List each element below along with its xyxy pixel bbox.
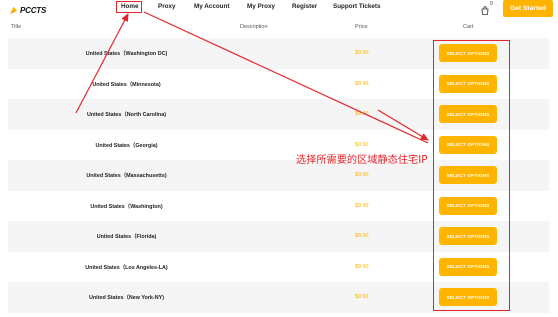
site-logo[interactable]: PCCTS: [9, 4, 46, 16]
nav-proxy[interactable]: Proxy: [158, 3, 176, 10]
select-options-button[interactable]: SELECT OPTIONS: [439, 227, 497, 246]
row-price: $9.90: [355, 111, 369, 118]
row-title: United States（Florida): [96, 234, 157, 241]
table-row: United States（Massachusetts) $9.90 SELEC…: [8, 160, 549, 191]
select-options-button[interactable]: SELECT OPTIONS: [439, 288, 497, 307]
row-price: $9.90: [355, 50, 369, 57]
top-navigation-bar: PCCTS Home Proxy My Account My Proxy Reg…: [0, 0, 558, 20]
select-options-button[interactable]: SELECT OPTIONS: [439, 74, 497, 93]
logo-text: PCCTS: [20, 5, 47, 15]
row-price: $9.90: [355, 294, 369, 301]
row-title: United States（New York-NY): [89, 295, 164, 302]
annotation-text: 选择所需要的区域静态住宅IP: [296, 155, 428, 166]
select-options-button[interactable]: SELECT OPTIONS: [439, 44, 497, 63]
row-title: United States（Georgia): [95, 142, 158, 149]
row-title: United States（Los Angeles-LA): [85, 264, 168, 271]
row-title: United States（Washington): [90, 203, 163, 210]
row-title: United States（Washington DC): [85, 51, 168, 58]
row-title: United States（Minnesota): [92, 81, 161, 88]
table-row: United States（New York-NY) $9.90 SELECT …: [8, 282, 549, 313]
row-price: $9.90: [355, 80, 369, 87]
select-options-button[interactable]: SELECT OPTIONS: [439, 135, 497, 154]
table-row: United States（North Carolina) $9.90 SELE…: [8, 99, 549, 130]
table-row: United States（Florida) $9.90 SELECT OPTI…: [8, 221, 549, 252]
table-row: United States（Washington DC) $9.90 SELEC…: [8, 38, 549, 69]
nav-my-account[interactable]: My Account: [194, 3, 229, 10]
table-row: United States（Georgia) $9.90 SELECT OPTI…: [8, 130, 549, 161]
row-title: United States（Massachusetts): [86, 173, 167, 180]
table-row: United States（Minnesota) $9.90 SELECT OP…: [8, 69, 549, 100]
column-header-description: Description: [240, 24, 268, 30]
row-title: United States（North Carolina): [86, 112, 167, 119]
column-header-cart: Cart: [463, 24, 474, 30]
select-options-button[interactable]: SELECT OPTIONS: [439, 166, 497, 185]
column-header-title: Title: [11, 24, 22, 30]
column-header-price: Price: [355, 24, 368, 30]
select-options-button[interactable]: SELECT OPTIONS: [439, 196, 497, 215]
cart-count-badge: 0: [490, 1, 493, 7]
table-row: United States（Los Angeles-LA) $9.90 SELE…: [8, 252, 549, 283]
nav-support-tickets[interactable]: Support Tickets: [333, 3, 380, 10]
select-options-button[interactable]: SELECT OPTIONS: [439, 257, 497, 276]
table-row: United States（Washington) $9.90 SELECT O…: [8, 191, 549, 222]
get-started-button[interactable]: Get Started: [503, 0, 553, 17]
row-price: $9.90: [355, 202, 369, 209]
home-highlight-box: [116, 1, 142, 13]
cart-icon[interactable]: [481, 2, 489, 20]
logo-mark-icon: [9, 6, 18, 14]
nav-register[interactable]: Register: [292, 3, 317, 10]
row-price: $9.90: [355, 233, 369, 240]
nav-my-proxy[interactable]: My Proxy: [247, 3, 275, 10]
row-price: $9.90: [355, 263, 369, 270]
select-options-button[interactable]: SELECT OPTIONS: [439, 105, 497, 124]
